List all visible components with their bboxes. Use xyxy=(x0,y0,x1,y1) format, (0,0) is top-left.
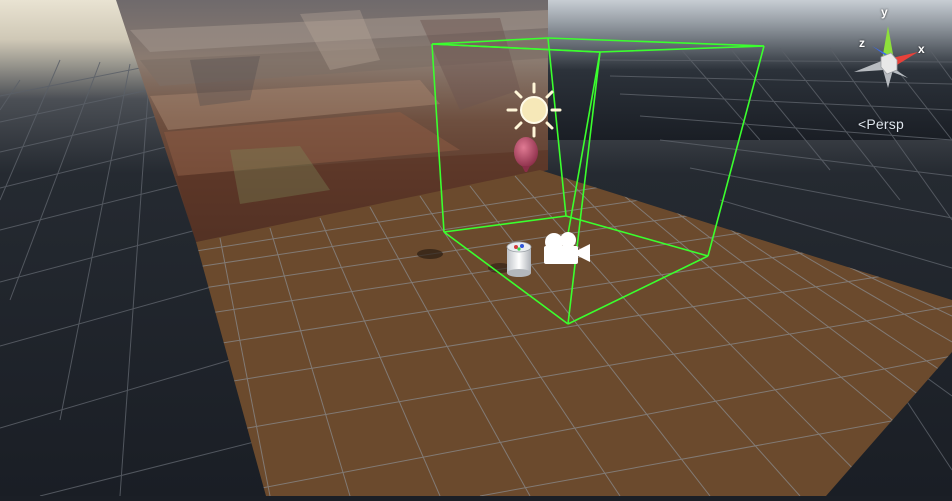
balloon-shadow xyxy=(417,249,443,259)
gizmo-x-label: x xyxy=(918,42,925,56)
gizmo-y-label: y xyxy=(881,5,888,19)
sun-light-icon[interactable] xyxy=(506,82,562,138)
scene-canvas[interactable] xyxy=(0,0,952,497)
gizmo-z-label: z xyxy=(859,36,865,50)
projection-toggle[interactable]: <Persp xyxy=(858,116,904,132)
scene-viewport[interactable]: y x z <Persp xyxy=(0,0,952,497)
cylinder-object[interactable] xyxy=(506,241,532,277)
